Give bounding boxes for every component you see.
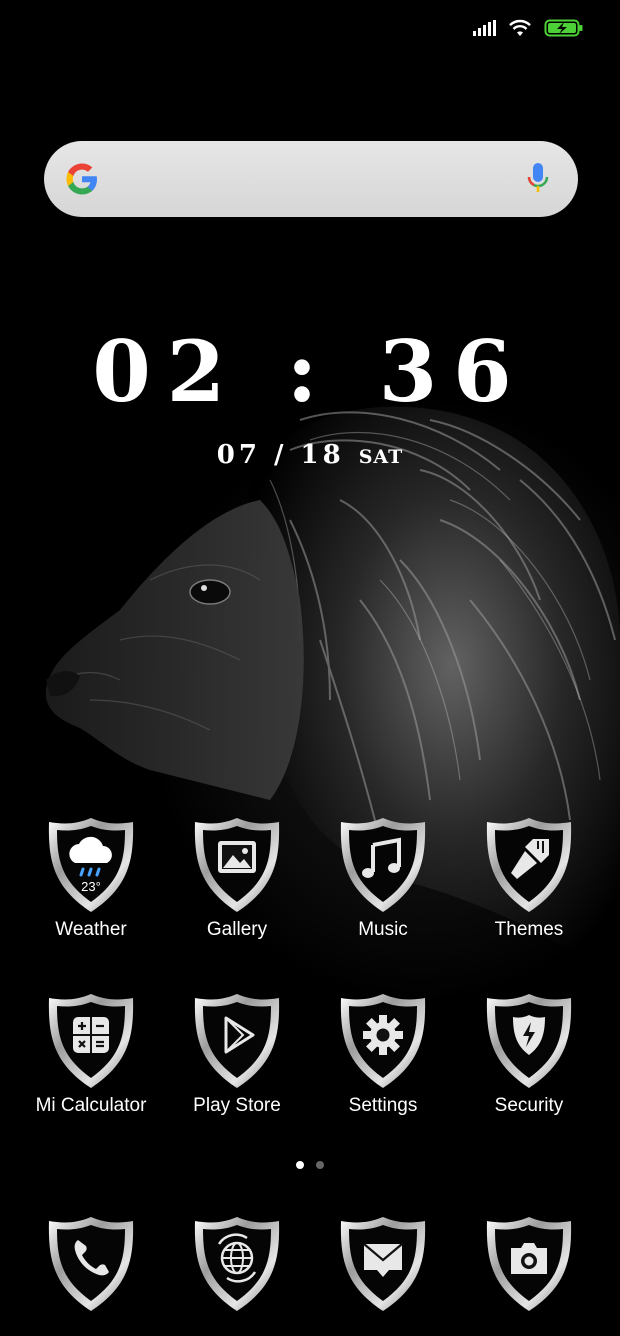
calculator-icon <box>48 994 134 1088</box>
app-label: Play Store <box>193 1095 281 1116</box>
page-dot[interactable] <box>316 1161 324 1169</box>
page-indicator <box>0 1161 620 1169</box>
phone-icon <box>48 1217 134 1311</box>
dock-phone[interactable] <box>18 1214 164 1314</box>
google-g-icon <box>66 163 97 195</box>
app-label: Themes <box>494 919 564 940</box>
app-label: Settings <box>348 1095 418 1116</box>
app-themes[interactable]: Themes <box>456 815 602 941</box>
music-note-icon <box>340 818 426 912</box>
app-music[interactable]: Music <box>310 815 456 941</box>
status-bar <box>473 14 584 42</box>
battery-charging-icon <box>544 19 583 37</box>
app-weather[interactable]: 23° Weather <box>18 815 164 941</box>
app-label: Weather <box>55 919 127 940</box>
gear-icon <box>340 994 426 1088</box>
weather-cloud-rain-icon: 23° <box>48 818 134 912</box>
play-store-icon <box>194 994 280 1088</box>
clock-time[interactable]: 02 : 36 <box>0 322 620 422</box>
app-security[interactable]: Security <box>456 991 602 1117</box>
clock-date-row: 07 / 18 SAT <box>0 438 620 475</box>
messaging-envelope-icon <box>340 1217 426 1311</box>
camera-icon <box>486 1217 572 1311</box>
clock-date: 07 / 18 <box>216 440 345 470</box>
google-search-bar[interactable] <box>44 141 578 217</box>
app-label: Gallery <box>206 919 268 940</box>
wifi-icon <box>509 19 531 36</box>
app-gallery[interactable]: Gallery <box>164 815 310 941</box>
app-settings[interactable]: Settings <box>310 991 456 1117</box>
app-label: Security <box>494 1095 564 1116</box>
home-screen: 02 : 36 07 / 18 SAT 23° Weather Gallery … <box>0 0 620 1336</box>
gallery-image-icon <box>194 818 280 912</box>
paint-brush-icon <box>486 818 572 912</box>
dock-camera[interactable] <box>456 1214 602 1314</box>
app-label: Mi Calculator <box>35 1095 147 1116</box>
browser-globe-icon <box>194 1217 280 1311</box>
app-mi-calculator[interactable]: Mi Calculator <box>18 991 164 1117</box>
dock-browser[interactable] <box>164 1214 310 1314</box>
clock-day: SAT <box>358 446 404 468</box>
page-dot-active[interactable] <box>296 1161 304 1169</box>
microphone-icon[interactable] <box>526 162 550 196</box>
dock-messaging[interactable] <box>310 1214 456 1314</box>
weather-temperature: 23° <box>81 879 101 894</box>
app-play-store[interactable]: Play Store <box>164 991 310 1117</box>
app-label: Music <box>358 919 408 940</box>
cellular-signal-icon <box>473 20 496 36</box>
security-shield-bolt-icon <box>486 994 572 1088</box>
